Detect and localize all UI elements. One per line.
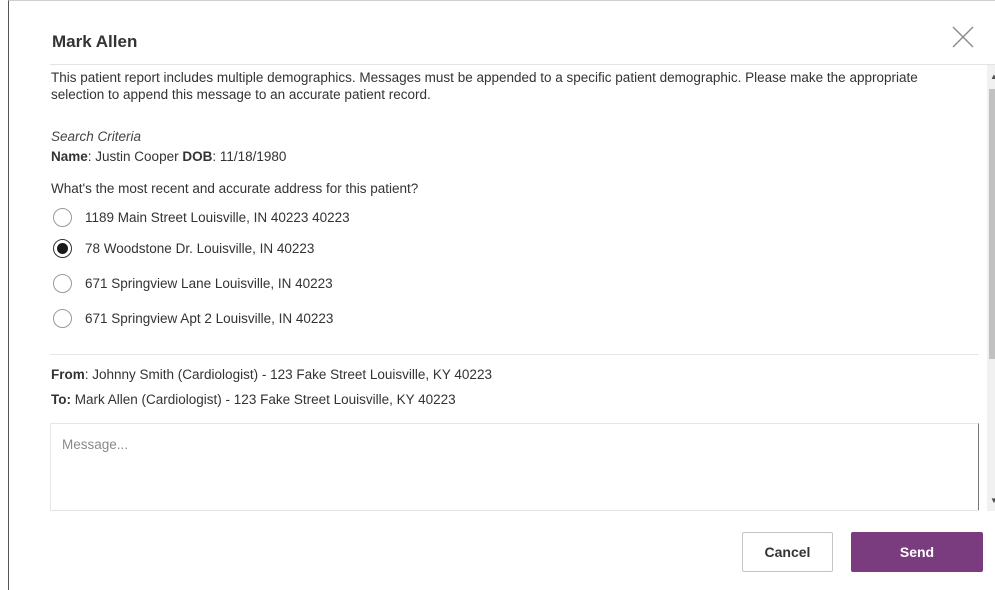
scroll-down-arrow-icon[interactable]: ▼	[987, 493, 995, 507]
section-divider	[50, 354, 979, 355]
to-line: To: Mark Allen (Cardiologist) - 123 Fake…	[51, 392, 456, 407]
address-option[interactable]: 671 Springview Apt 2 Louisville, IN 4022…	[53, 308, 333, 328]
search-criteria-label: Search Criteria	[51, 129, 142, 144]
address-option[interactable]: 1189 Main Street Louisville, IN 40223 40…	[53, 207, 350, 227]
scrollbar-thumb[interactable]	[989, 89, 995, 359]
name-label: Name	[51, 149, 88, 164]
address-option-label: 1189 Main Street Louisville, IN 40223 40…	[85, 209, 350, 225]
address-option[interactable]: 78 Woodstone Dr. Louisville, IN 40223	[53, 238, 314, 258]
address-question: What's the most recent and accurate addr…	[51, 181, 419, 196]
address-radio-selected[interactable]	[53, 238, 72, 258]
address-option-label: 671 Springview Apt 2 Louisville, IN 4022…	[85, 310, 334, 326]
dob-value: : 11/18/1980	[212, 149, 287, 164]
name-value: : Justin Cooper	[87, 149, 183, 164]
footer-divider	[50, 510, 979, 511]
to-value: Mark Allen (Cardiologist) - 123 Fake Str…	[71, 392, 456, 407]
cancel-button[interactable]: Cancel	[742, 532, 833, 572]
radio-dot	[57, 242, 68, 254]
message-input[interactable]	[50, 423, 979, 511]
scroll-up-arrow-icon[interactable]: ▲	[987, 69, 995, 83]
address-option-label: 78 Woodstone Dr. Louisville, IN 40223	[85, 240, 315, 256]
dialog-title: Mark Allen	[52, 32, 138, 51]
from-value: : Johnny Smith (Cardiologist) - 123 Fake…	[84, 367, 492, 382]
address-radio[interactable]	[53, 273, 72, 293]
address-option-label: 671 Springview Lane Louisville, IN 40223	[85, 275, 333, 291]
close-button[interactable]	[951, 25, 975, 49]
intro-text: This patient report includes multiple de…	[51, 70, 918, 102]
from-line: From: Johnny Smith (Cardiologist) - 123 …	[51, 367, 492, 382]
address-option[interactable]: 671 Springview Lane Louisville, IN 40223	[53, 273, 333, 293]
to-label: To:	[51, 392, 71, 407]
search-criteria-line: Name: Justin Cooper DOB: 11/18/1980	[51, 149, 286, 164]
address-radio[interactable]	[53, 207, 72, 227]
send-button[interactable]: Send	[851, 532, 983, 572]
patient-demographic-dialog: Mark Allen This patient report includes …	[8, 0, 995, 590]
dialog-scroll-area: This patient report includes multiple de…	[50, 65, 979, 511]
content-scrollbar[interactable]: ▲ ▼	[987, 65, 995, 511]
dob-label: DOB	[182, 149, 213, 164]
from-label: From	[51, 367, 85, 382]
close-icon	[952, 26, 974, 48]
address-radio[interactable]	[53, 308, 72, 328]
